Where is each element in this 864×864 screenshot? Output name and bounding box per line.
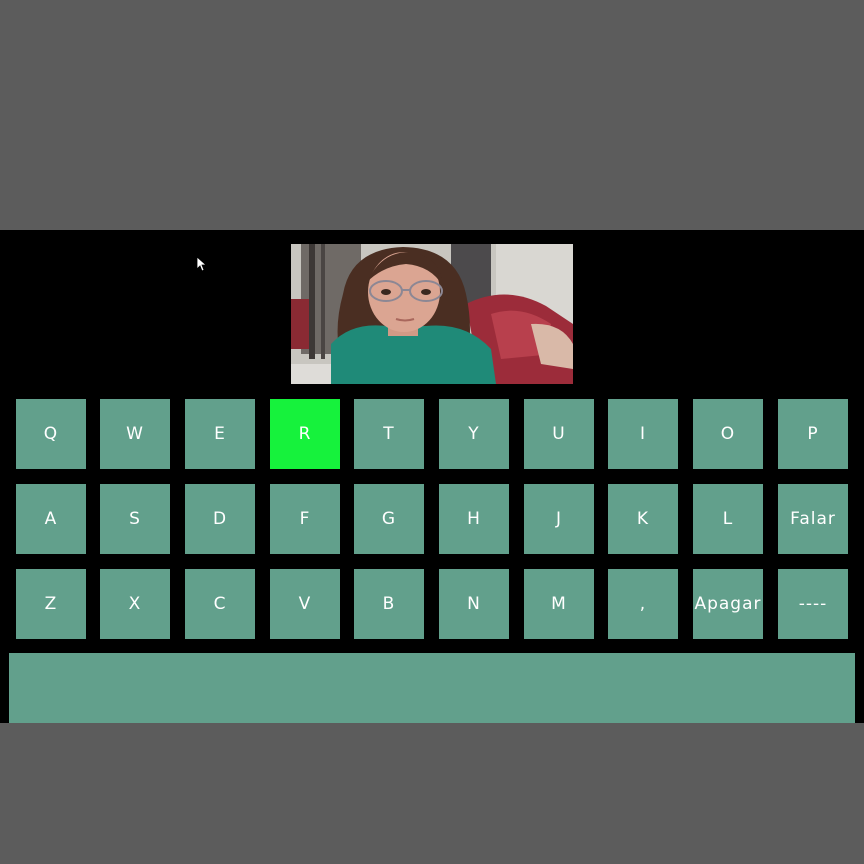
key-e[interactable]: E (185, 399, 255, 469)
key-c[interactable]: C (185, 569, 255, 639)
key-h-label: H (467, 509, 481, 529)
key-t[interactable]: T (354, 399, 424, 469)
webcam-feed (291, 244, 573, 384)
key-j-label: J (555, 509, 562, 529)
key-e-label: E (214, 424, 226, 444)
webcam-image (291, 244, 573, 384)
key-w[interactable]: W (100, 399, 170, 469)
key-o[interactable]: O (693, 399, 763, 469)
key-p[interactable]: P (778, 399, 848, 469)
key-a-label: A (44, 509, 58, 529)
key-c-label: C (213, 594, 227, 614)
key-j[interactable]: J (524, 484, 594, 554)
key-y[interactable]: Y (439, 399, 509, 469)
key-f[interactable]: F (270, 484, 340, 554)
key-g-label: G (381, 509, 397, 529)
text-output-field[interactable] (9, 653, 855, 723)
key-q[interactable]: Q (16, 399, 86, 469)
key-comma[interactable]: , (608, 569, 678, 639)
delete-button-label: Apagar (694, 594, 762, 614)
key-h[interactable]: H (439, 484, 509, 554)
key-o-label: O (720, 424, 736, 444)
key-f-label: F (299, 509, 311, 529)
key-p-label: P (807, 424, 819, 444)
key-d[interactable]: D (185, 484, 255, 554)
key-n-label: N (467, 594, 481, 614)
key-u-label: U (552, 424, 566, 444)
key-d-label: D (212, 509, 228, 529)
mouse-pointer-icon (197, 257, 207, 272)
key-l-label: L (722, 509, 734, 529)
key-b[interactable]: B (354, 569, 424, 639)
speak-button[interactable]: Falar (778, 484, 848, 554)
space-key-label: ---- (798, 594, 828, 614)
key-l[interactable]: L (693, 484, 763, 554)
key-x[interactable]: X (100, 569, 170, 639)
key-comma-label: , (639, 594, 647, 614)
key-b-label: B (382, 594, 396, 614)
key-v-label: V (298, 594, 312, 614)
key-y-label: Y (468, 424, 480, 444)
key-k[interactable]: K (608, 484, 678, 554)
key-r[interactable]: R (270, 399, 340, 469)
key-n[interactable]: N (439, 569, 509, 639)
key-s[interactable]: S (100, 484, 170, 554)
speak-button-label: Falar (790, 509, 836, 529)
key-r-label: R (298, 424, 312, 444)
key-z[interactable]: Z (16, 569, 86, 639)
key-x-label: X (128, 594, 142, 614)
delete-button[interactable]: Apagar (693, 569, 763, 639)
key-v[interactable]: V (270, 569, 340, 639)
key-i[interactable]: I (608, 399, 678, 469)
key-w-label: W (126, 424, 144, 444)
key-s-label: S (129, 509, 141, 529)
key-m[interactable]: M (524, 569, 594, 639)
key-m-label: M (551, 594, 567, 614)
key-u[interactable]: U (524, 399, 594, 469)
key-k-label: K (636, 509, 650, 529)
virtual-keyboard-app: Q W E R T Y U I O P A S D F G H J K L Falar Z X C V B N M, Apagar --… (0, 230, 864, 723)
key-g[interactable]: G (354, 484, 424, 554)
key-i-label: I (639, 424, 646, 444)
key-q-label: Q (43, 424, 59, 444)
key-t-label: T (383, 424, 395, 444)
key-z-label: Z (44, 594, 58, 614)
key-a[interactable]: A (16, 484, 86, 554)
space-key[interactable]: ---- (778, 569, 848, 639)
